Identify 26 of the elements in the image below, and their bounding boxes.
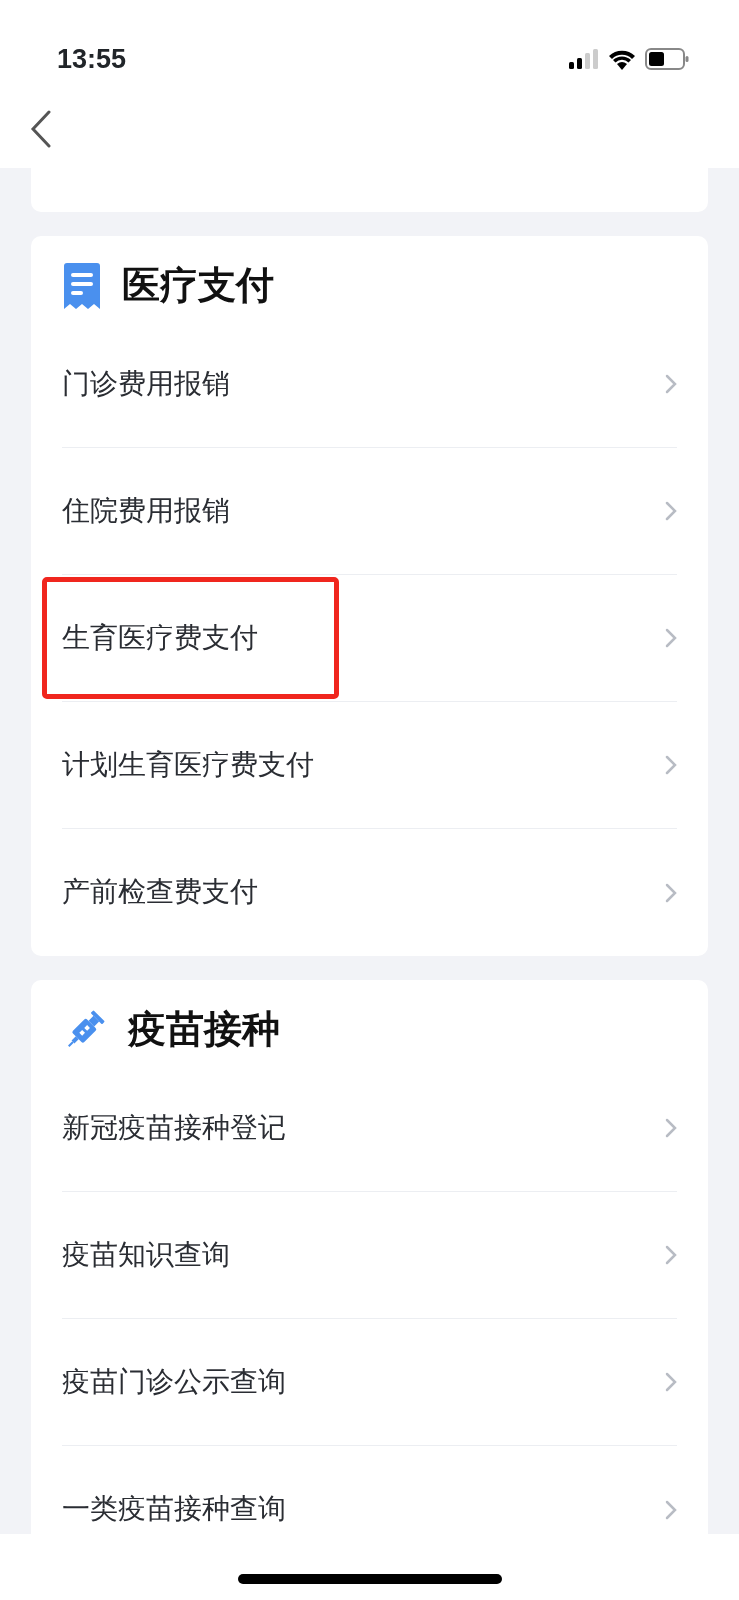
chevron-right-icon xyxy=(665,501,677,521)
menu-item-label[interactable]: 生育医疗费支付 xyxy=(62,622,258,654)
chevron-right-icon xyxy=(665,882,677,903)
chevron-right-icon xyxy=(665,755,677,775)
chevron-right-icon xyxy=(665,1372,677,1392)
menu-item-label[interactable]: 一类疫苗接种查询 xyxy=(62,1494,286,1525)
section-title: 疫苗接种 xyxy=(128,1006,280,1053)
menu-item-label[interactable]: 疫苗门诊公示查询 xyxy=(62,1366,286,1398)
chevron-right-icon xyxy=(665,628,677,648)
chevron-right-icon xyxy=(665,1245,677,1265)
section-title: 医疗支付 xyxy=(122,262,274,309)
back-icon[interactable] xyxy=(30,110,52,148)
wifi-icon xyxy=(607,48,637,70)
chevron-right-icon xyxy=(665,1499,677,1520)
signal-icon xyxy=(569,49,599,69)
menu-item-label[interactable]: 新冠疫苗接种登记 xyxy=(62,1112,286,1144)
menu-item-label[interactable]: 疫苗知识查询 xyxy=(62,1239,230,1271)
menu-item-label[interactable]: 产前检查费支付 xyxy=(62,877,258,908)
status-time: 13:55 xyxy=(57,45,127,73)
chevron-right-icon xyxy=(665,1118,677,1138)
menu-item-label[interactable]: 计划生育医疗费支付 xyxy=(62,749,314,781)
menu-item-label[interactable]: 门诊费用报销 xyxy=(62,368,230,400)
receipt-icon xyxy=(62,262,102,309)
chevron-right-icon xyxy=(665,374,677,394)
menu-item-label[interactable]: 住院费用报销 xyxy=(62,495,230,527)
battery-icon xyxy=(645,48,689,70)
